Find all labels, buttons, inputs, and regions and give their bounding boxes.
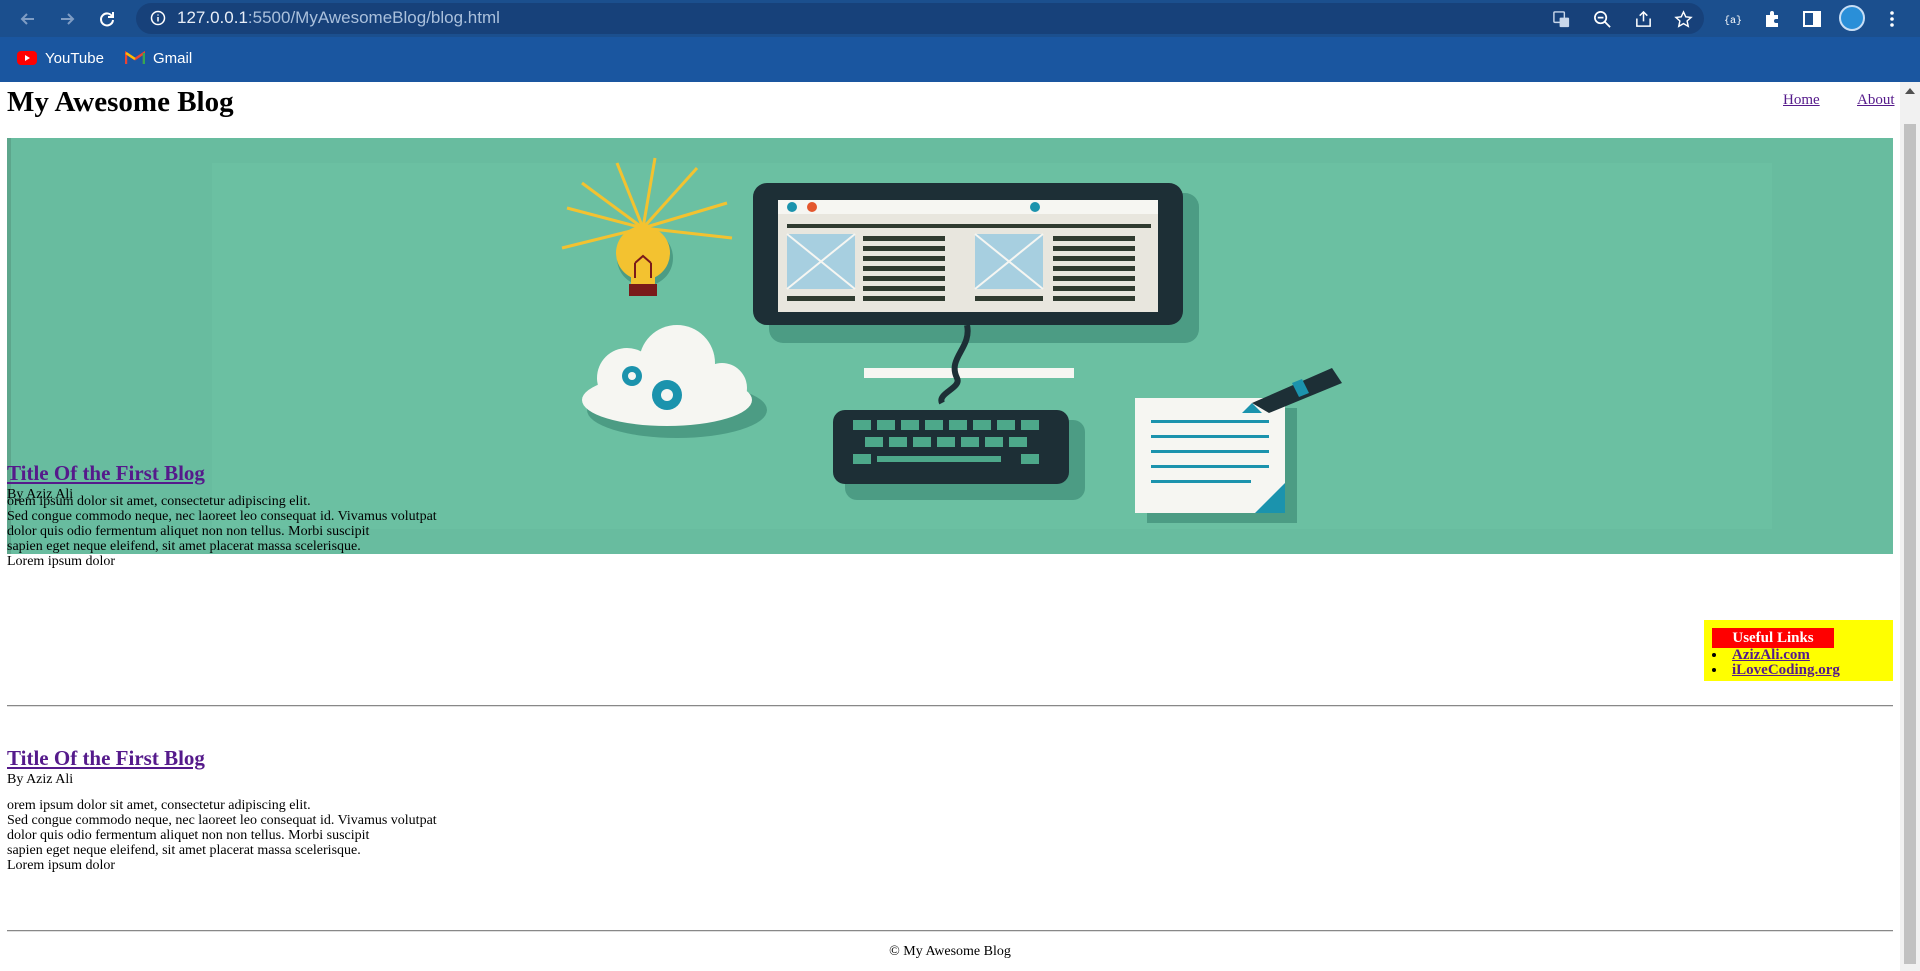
- side-panel-icon: [1803, 11, 1821, 27]
- back-button[interactable]: [15, 6, 41, 32]
- post-title-link[interactable]: Title Of the First Blog: [7, 461, 205, 485]
- profile-avatar[interactable]: [1839, 5, 1865, 31]
- browser-chrome: 127.0.0.1:5500/MyAwesomeBlog/blog.html {…: [0, 0, 1920, 82]
- post-line: dolor quis odio fermentum aliquet non no…: [7, 828, 370, 843]
- json-extension-icon: {a}: [1724, 15, 1742, 27]
- bookmark-label: YouTube: [45, 49, 104, 67]
- extension-button[interactable]: {a}: [1720, 7, 1744, 31]
- site-title: My Awesome Blog: [7, 86, 234, 118]
- useful-links-sidebar: Useful Links AzizAli.com iLoveCoding.org: [1704, 620, 1893, 681]
- browser-menu-button[interactable]: [1880, 7, 1904, 31]
- nav-link-home[interactable]: Home: [1783, 92, 1820, 109]
- translate-icon: [1552, 10, 1569, 27]
- site-info-icon[interactable]: [150, 10, 166, 26]
- post-body: orem ipsum dolor sit amet, consectetur a…: [7, 494, 707, 569]
- list-item: iLoveCoding.org: [1712, 663, 1840, 678]
- sidebar-heading: Useful Links: [1712, 628, 1834, 648]
- footer-divider: [7, 930, 1893, 932]
- page-content: My Awesome Blog Home About Title Of the …: [0, 82, 1900, 971]
- page-scrollbar[interactable]: [1900, 82, 1920, 971]
- blog-post: Title Of the First Blog By Aziz Ali orem…: [7, 746, 707, 873]
- post-line: orem ipsum dolor sit amet, consectetur a…: [7, 798, 311, 813]
- side-panel-button[interactable]: [1800, 7, 1824, 31]
- post-line: orem ipsum dolor sit amet, consectetur a…: [7, 494, 311, 509]
- post-line: dolor quis odio fermentum aliquet non no…: [7, 524, 370, 539]
- post-line: sapien eget neque eleifend, sit amet pla…: [7, 539, 361, 554]
- url-text[interactable]: 127.0.0.1:5500/MyAwesomeBlog/blog.html: [177, 8, 500, 28]
- zoom-out-icon: [1593, 10, 1611, 28]
- zoom-button[interactable]: [1591, 8, 1613, 30]
- sidebar-links: AzizAli.com iLoveCoding.org: [1712, 648, 1840, 678]
- list-item: AzizAli.com: [1712, 648, 1840, 663]
- bookmark-gmail[interactable]: Gmail: [125, 44, 192, 72]
- post-author: By Aziz Ali: [7, 772, 74, 787]
- star-icon: [1673, 9, 1693, 28]
- post-divider: [7, 705, 1893, 707]
- svg-text:{a}: {a}: [1724, 15, 1742, 27]
- extensions-menu-button[interactable]: [1760, 7, 1784, 31]
- youtube-icon: [17, 51, 37, 65]
- reload-icon: [100, 12, 114, 27]
- bookmark-label: Gmail: [153, 49, 193, 67]
- sidebar-link-azizali[interactable]: AzizAli.com: [1732, 647, 1810, 663]
- puzzle-icon: [1766, 11, 1778, 27]
- nav-link-about[interactable]: About: [1857, 92, 1895, 109]
- keyboard-illustration: [833, 410, 1085, 500]
- post-line: sapien eget neque eleifend, sit amet pla…: [7, 843, 361, 858]
- post-title-link[interactable]: Title Of the First Blog: [7, 746, 205, 770]
- post-line: Lorem ipsum dolor: [7, 858, 116, 873]
- url-host: 127.0.0.1: [177, 8, 248, 27]
- browser-toolbar: 127.0.0.1:5500/MyAwesomeBlog/blog.html {…: [0, 0, 1920, 37]
- gmail-icon: [125, 51, 145, 64]
- url-path: :5500/MyAwesomeBlog/blog.html: [247, 8, 500, 27]
- bookmark-star-button[interactable]: [1672, 8, 1694, 30]
- arrow-left-icon: [20, 13, 34, 25]
- share-icon: [1635, 10, 1651, 27]
- kebab-menu-icon: [1890, 11, 1894, 27]
- post-line: Sed congue commodo neque, nec laoreet le…: [7, 509, 437, 524]
- blog-post: Title Of the First Blog By Aziz Ali orem…: [7, 461, 707, 569]
- forward-button[interactable]: [54, 6, 80, 32]
- post-line: Lorem ipsum dolor: [7, 554, 116, 569]
- share-button[interactable]: [1632, 8, 1654, 30]
- reload-button[interactable]: [94, 6, 120, 32]
- post-line: Sed congue commodo neque, nec laoreet le…: [7, 813, 437, 828]
- scroll-up-arrow-icon[interactable]: [1905, 88, 1915, 94]
- arrow-right-icon: [61, 13, 75, 25]
- scroll-thumb[interactable]: [1904, 124, 1916, 964]
- sidebar-link-ilovecoding[interactable]: iLoveCoding.org: [1732, 662, 1840, 678]
- translate-button[interactable]: [1550, 8, 1572, 30]
- post-body: orem ipsum dolor sit amet, consectetur a…: [7, 798, 707, 873]
- bookmark-youtube[interactable]: YouTube: [17, 44, 104, 72]
- site-footer: © My Awesome Blog: [889, 944, 1011, 959]
